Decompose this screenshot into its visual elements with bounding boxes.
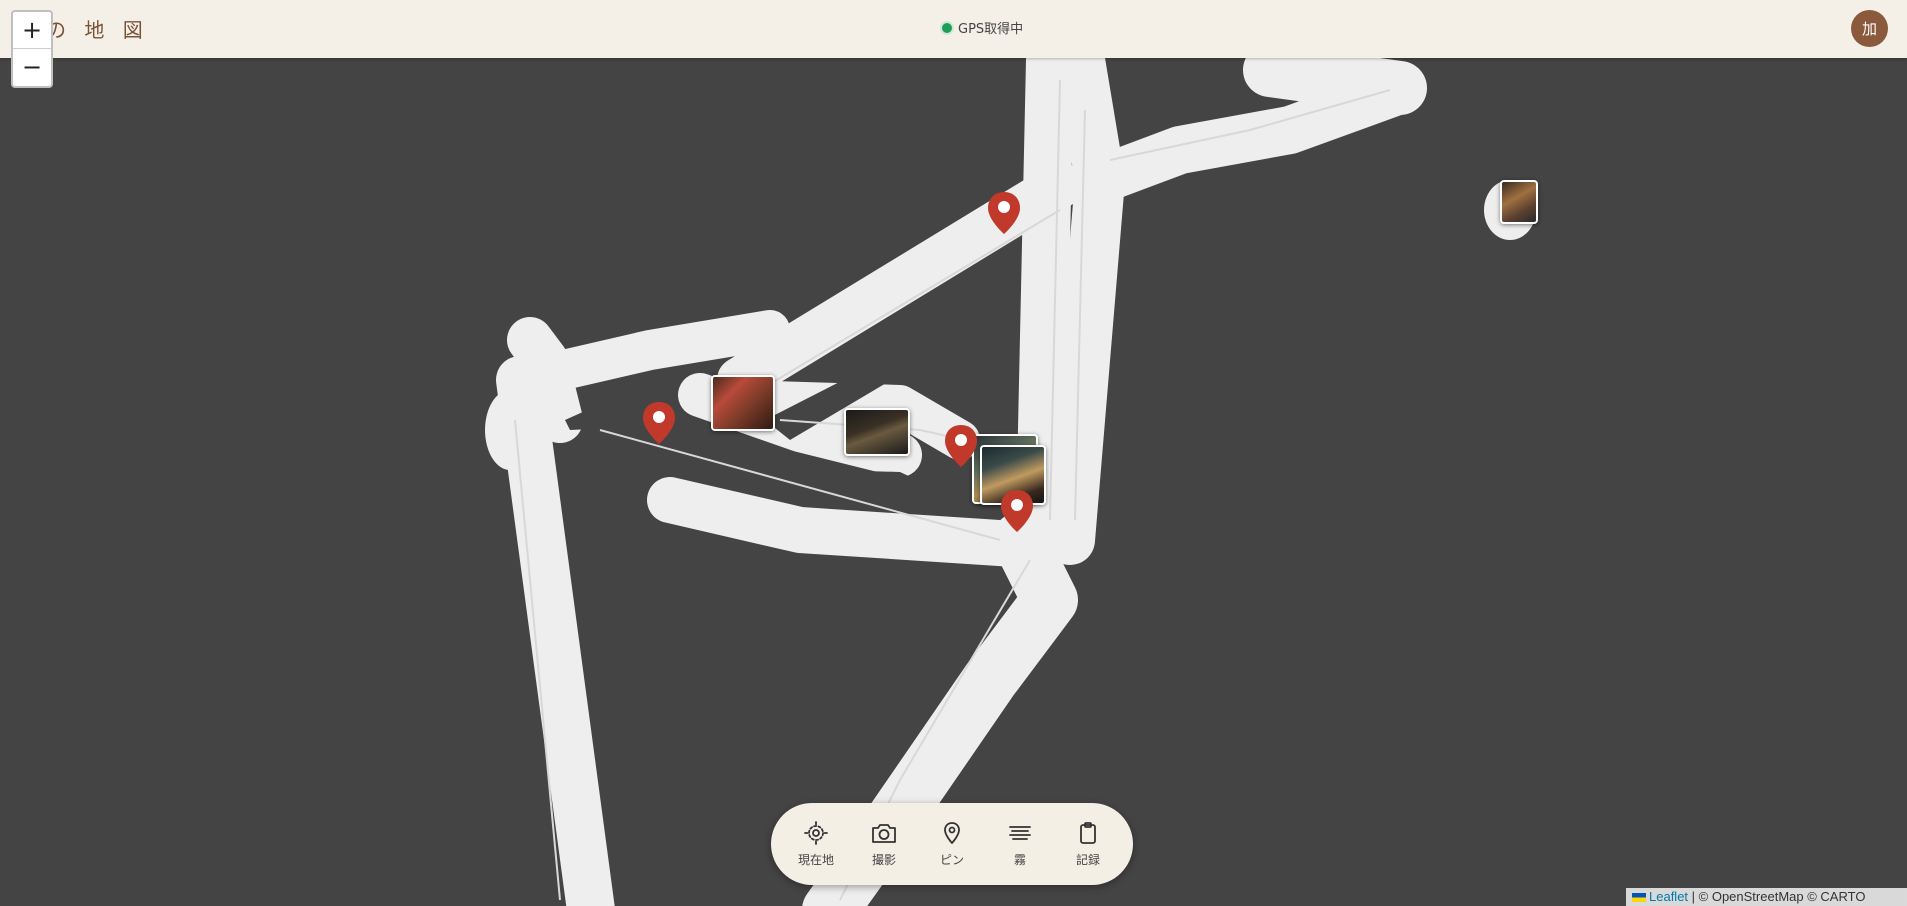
revealed-route [647,477,1053,568]
map-view[interactable] [0,0,1907,906]
gps-status-label: GPS取得中 [958,22,1024,37]
pin-icon [944,821,960,844]
gps-status-dot-icon [942,22,952,33]
fog-label: 霧 [1013,852,1026,867]
record-label: 記録 [1075,852,1100,867]
fog-icon [1009,825,1031,840]
revealed-route [507,317,583,443]
revealed-route [496,356,615,906]
revealed-patch [485,390,535,470]
photo-marker[interactable] [1500,180,1538,224]
app-header: の 地 図 GPS取得中 加 [0,0,1907,58]
bottom-toolbar: 現在地 撮影 ピン 霧 記録 [771,803,1133,885]
map-pin[interactable] [999,488,1035,534]
zoom-out-button[interactable]: − [13,49,51,85]
revealed-route [1243,43,1427,115]
clipboard-icon [1080,821,1096,844]
record-button[interactable]: 記録 [1054,821,1122,868]
app-title: の 地 図 [46,18,149,42]
ukraine-flag-icon [1632,893,1646,902]
camera-icon [872,823,896,843]
locate-label: 現在地 [797,852,834,867]
zoom-control: + − [11,10,53,88]
zoom-in-button[interactable]: + [13,12,51,49]
locate-button[interactable]: 現在地 [782,820,850,868]
user-avatar[interactable]: 加 [1851,10,1888,47]
fog-button[interactable]: 霧 [986,821,1054,868]
map-pin[interactable] [986,190,1022,236]
map-attribution: Leaflet | © OpenStreetMap © CARTO [1626,888,1907,906]
camera-label: 撮影 [871,852,896,867]
photo-marker[interactable] [844,408,910,456]
leaflet-link[interactable]: Leaflet [1649,889,1688,904]
pin-button[interactable]: ピン [918,821,986,868]
map-pin[interactable] [641,400,677,446]
gps-status: GPS取得中 [942,18,1023,37]
locate-icon [804,820,828,845]
camera-button[interactable]: 撮影 [850,821,918,868]
pin-label: ピン [939,852,964,867]
map-pin[interactable] [943,423,979,469]
attribution-text: | © OpenStreetMap © CARTO [1688,889,1866,904]
photo-marker[interactable] [711,375,775,431]
